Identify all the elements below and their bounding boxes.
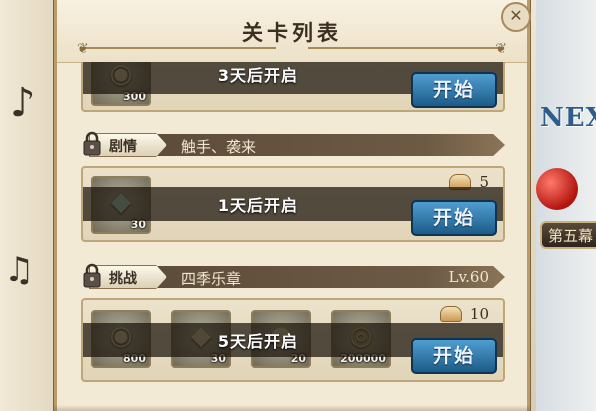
stage-type-label: 挑战	[109, 271, 137, 287]
unlock-countdown: 5天后开启	[217, 332, 299, 351]
dialog-title: 关卡列表	[242, 21, 342, 45]
stage-header: 挑战 四季乐章 Lv.60	[81, 263, 505, 290]
unlock-countdown: 1天后开启	[217, 196, 299, 215]
start-button[interactable]: 开始	[411, 72, 497, 108]
close-icon: ✕	[509, 6, 523, 25]
stage-card: 10 ◉ 800 ◆ 30 ● 20 ◎ 200000 5天后开启 开始	[81, 298, 505, 382]
dialog-header: 关卡列表 ❦ ❦ ✕	[57, 0, 531, 63]
stage-header: 剧情 触手、袭来	[81, 131, 505, 158]
stage-level: Lv.60	[448, 268, 489, 286]
stage-card: 5 ◆ 30 1天后开启 开始	[81, 166, 505, 242]
flourish-icon: ❦	[495, 41, 507, 57]
stage-header-band	[111, 134, 505, 156]
lock-icon	[83, 131, 101, 156]
music-note-icon: ♪	[10, 80, 36, 126]
stage-list-dialog: 关卡列表 ❦ ❦ ✕ ◉ 300 3天后开启 开始	[54, 0, 531, 411]
title-divider-left	[81, 47, 276, 49]
stamina-cost: 10	[439, 303, 489, 325]
stage-name: 四季乐章	[181, 270, 242, 288]
flourish-icon: ❦	[77, 41, 89, 57]
stamina-value: 10	[469, 305, 489, 323]
close-button[interactable]: ✕	[501, 2, 531, 32]
background-left-scenery: ♪ ♫	[0, 0, 60, 411]
unlock-countdown: 3天后开启	[217, 66, 299, 85]
character-art	[536, 168, 578, 210]
start-button[interactable]: 开始	[411, 200, 497, 236]
stage-type-label: 剧情	[109, 139, 137, 155]
stage-header-band	[111, 266, 505, 288]
stage-card: ◉ 300 3天后开启 开始	[81, 62, 505, 112]
next-stage-art[interactable]: NEX	[540, 103, 596, 137]
lock-icon	[83, 263, 101, 288]
panel-bottom-shadow	[54, 405, 530, 411]
stage-list[interactable]: ◉ 300 3天后开启 开始 剧情 触手、袭来 5	[81, 62, 505, 411]
music-note-icon: ♫	[4, 250, 35, 290]
chapter-badge[interactable]: 第五幕	[540, 221, 596, 249]
start-button[interactable]: 开始	[411, 338, 497, 374]
title-divider-right	[308, 47, 503, 49]
stamina-bread-icon	[439, 306, 462, 322]
stage-name: 触手、袭来	[181, 138, 257, 156]
